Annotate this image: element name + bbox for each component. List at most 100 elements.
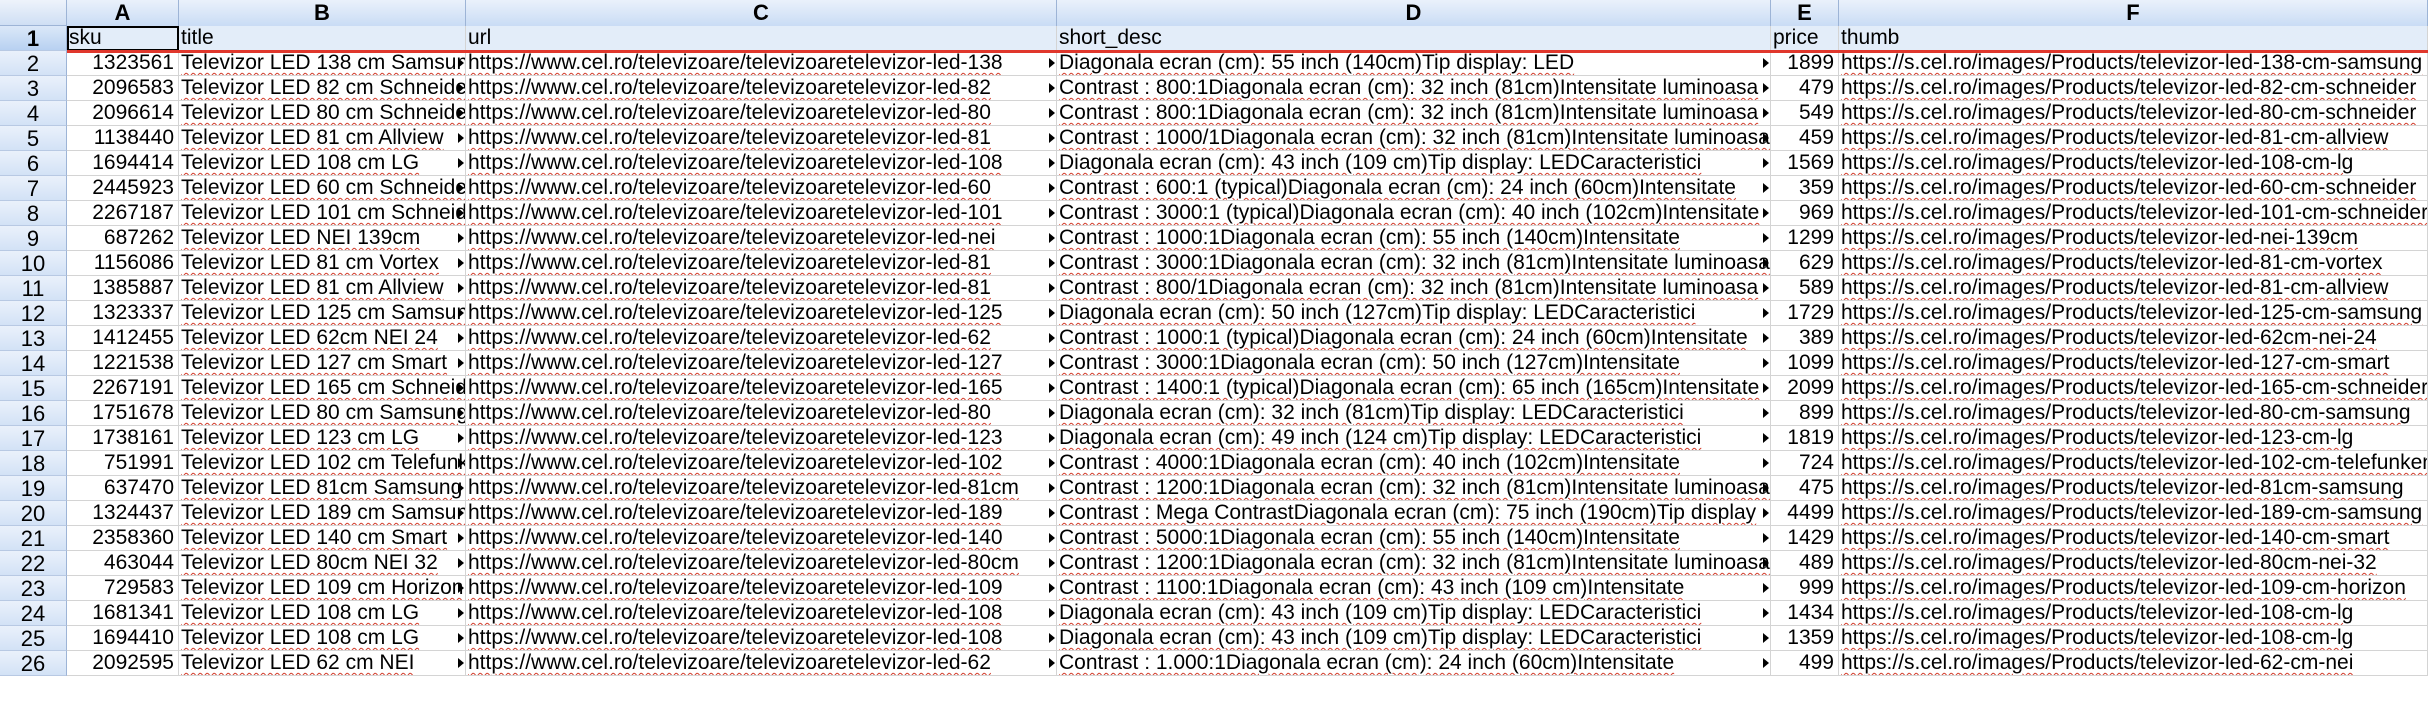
row-number[interactable]: 25 <box>0 626 67 651</box>
column-header-b[interactable]: B <box>179 0 466 26</box>
cell-sku[interactable]: 1156086 <box>67 251 179 276</box>
column-header-e[interactable]: E <box>1771 0 1839 26</box>
header-cell-e[interactable]: price <box>1771 26 1839 51</box>
header-cell-b[interactable]: title <box>179 26 466 51</box>
cell-price[interactable]: 359 <box>1771 176 1839 201</box>
cell-thumb[interactable]: https://s.cel.ro/images/Products/televiz… <box>1839 126 2428 151</box>
row-number[interactable]: 8 <box>0 201 67 226</box>
select-all-corner[interactable] <box>0 0 67 26</box>
freeze-pane-line[interactable] <box>67 50 2428 53</box>
header-cell-c[interactable]: url <box>466 26 1057 51</box>
cell-desc[interactable]: Contrast : 1200:1Diagonala ecran (cm): 3… <box>1057 551 1771 576</box>
cell-desc[interactable]: Contrast : 1.000:1Diagonala ecran (cm): … <box>1057 651 1771 676</box>
cell-sku[interactable]: 1751678 <box>67 401 179 426</box>
cell-price[interactable]: 479 <box>1771 76 1839 101</box>
cell-thumb[interactable]: https://s.cel.ro/images/Products/televiz… <box>1839 151 2428 176</box>
row-number[interactable]: 16 <box>0 401 67 426</box>
cell-title[interactable]: Televizor LED 108 cm LG <box>179 151 466 176</box>
cell-sku[interactable]: 729583 <box>67 576 179 601</box>
row-number[interactable]: 15 <box>0 376 67 401</box>
cell-desc[interactable]: Contrast : 5000:1Diagonala ecran (cm): 5… <box>1057 526 1771 551</box>
cell-desc[interactable]: Contrast : Mega ContrastDiagonala ecran … <box>1057 501 1771 526</box>
cell-thumb[interactable]: https://s.cel.ro/images/Products/televiz… <box>1839 651 2428 676</box>
cell-sku[interactable]: 637470 <box>67 476 179 501</box>
cell-title[interactable]: Televizor LED 80 cm Schneider <box>179 101 466 126</box>
cell-thumb[interactable]: https://s.cel.ro/images/Products/televiz… <box>1839 401 2428 426</box>
column-header-f[interactable]: F <box>1839 0 2428 26</box>
cell-url[interactable]: https://www.cel.ro/televizoare/televizoa… <box>466 601 1057 626</box>
row-number[interactable]: 6 <box>0 151 67 176</box>
row-number[interactable]: 7 <box>0 176 67 201</box>
cell-url[interactable]: https://www.cel.ro/televizoare/televizoa… <box>466 376 1057 401</box>
cell-url[interactable]: https://www.cel.ro/televizoare/televizoa… <box>466 501 1057 526</box>
row-number[interactable]: 22 <box>0 551 67 576</box>
cell-thumb[interactable]: https://s.cel.ro/images/Products/televiz… <box>1839 226 2428 251</box>
cell-url[interactable]: https://www.cel.ro/televizoare/televizoa… <box>466 126 1057 151</box>
cell-desc[interactable]: Contrast : 800:1Diagonala ecran (cm): 32… <box>1057 101 1771 126</box>
cell-price[interactable]: 475 <box>1771 476 1839 501</box>
cell-title[interactable]: Televizor LED 80 cm Samsung <box>179 401 466 426</box>
cell-url[interactable]: https://www.cel.ro/televizoare/televizoa… <box>466 526 1057 551</box>
cell-price[interactable]: 1429 <box>1771 526 1839 551</box>
cell-sku[interactable]: 1324437 <box>67 501 179 526</box>
cell-desc[interactable]: Contrast : 1200:1Diagonala ecran (cm): 3… <box>1057 476 1771 501</box>
cell-desc[interactable]: Contrast : 4000:1Diagonala ecran (cm): 4… <box>1057 451 1771 476</box>
cell-url[interactable]: https://www.cel.ro/televizoare/televizoa… <box>466 201 1057 226</box>
cell-desc[interactable]: Contrast : 1000/1Diagonala ecran (cm): 3… <box>1057 126 1771 151</box>
cell-title[interactable]: Televizor LED 108 cm LG <box>179 626 466 651</box>
cell-url[interactable]: https://www.cel.ro/televizoare/televizoa… <box>466 626 1057 651</box>
cell-desc[interactable]: Contrast : 800:1Diagonala ecran (cm): 32… <box>1057 76 1771 101</box>
cell-thumb[interactable]: https://s.cel.ro/images/Products/televiz… <box>1839 426 2428 451</box>
cell-sku[interactable]: 1694414 <box>67 151 179 176</box>
cell-url[interactable]: https://www.cel.ro/televizoare/televizoa… <box>466 226 1057 251</box>
cell-title[interactable]: Televizor LED 60 cm Schneider <box>179 176 466 201</box>
cell-price[interactable]: 459 <box>1771 126 1839 151</box>
column-header-d[interactable]: D <box>1057 0 1771 26</box>
cell-url[interactable]: https://www.cel.ro/televizoare/televizoa… <box>466 451 1057 476</box>
row-number[interactable]: 23 <box>0 576 67 601</box>
cell-desc[interactable]: Contrast : 3000:1Diagonala ecran (cm): 5… <box>1057 351 1771 376</box>
row-number[interactable]: 13 <box>0 326 67 351</box>
cell-title[interactable]: Televizor LED 109 cm Horizon <box>179 576 466 601</box>
cell-title[interactable]: Televizor LED 165 cm Schneider <box>179 376 466 401</box>
cell-title[interactable]: Televizor LED 127 cm Smart <box>179 351 466 376</box>
cell-url[interactable]: https://www.cel.ro/televizoare/televizoa… <box>466 651 1057 676</box>
row-number[interactable]: 21 <box>0 526 67 551</box>
row-number[interactable]: 2 <box>0 51 67 76</box>
cell-price[interactable]: 1359 <box>1771 626 1839 651</box>
cell-thumb[interactable]: https://s.cel.ro/images/Products/televiz… <box>1839 376 2428 401</box>
cell-title[interactable]: Televizor LED 81 cm Allview <box>179 276 466 301</box>
cell-desc[interactable]: Diagonala ecran (cm): 43 inch (109 cm)Ti… <box>1057 601 1771 626</box>
cell-title[interactable]: Televizor LED 102 cm Telefunken <box>179 451 466 476</box>
cell-thumb[interactable]: https://s.cel.ro/images/Products/televiz… <box>1839 601 2428 626</box>
cell-desc[interactable]: Diagonala ecran (cm): 32 inch (81cm)Tip … <box>1057 401 1771 426</box>
cell-url[interactable]: https://www.cel.ro/televizoare/televizoa… <box>466 251 1057 276</box>
cell-sku[interactable]: 1221538 <box>67 351 179 376</box>
cell-thumb[interactable]: https://s.cel.ro/images/Products/televiz… <box>1839 301 2428 326</box>
cell-thumb[interactable]: https://s.cel.ro/images/Products/televiz… <box>1839 576 2428 601</box>
cell-url[interactable]: https://www.cel.ro/televizoare/televizoa… <box>466 351 1057 376</box>
cell-sku[interactable]: 1681341 <box>67 601 179 626</box>
cell-title[interactable]: Televizor LED 62cm NEI 24 <box>179 326 466 351</box>
cell-thumb[interactable]: https://s.cel.ro/images/Products/televiz… <box>1839 326 2428 351</box>
cell-sku[interactable]: 2096614 <box>67 101 179 126</box>
cell-title[interactable]: Televizor LED 81 cm Vortex <box>179 251 466 276</box>
spreadsheet[interactable]: ABCDEF 1 sku title url short_desc price thumb 2… <box>0 0 2428 716</box>
cell-title[interactable]: Televizor LED NEI 139cm <box>179 226 466 251</box>
cell-sku[interactable]: 1412455 <box>67 326 179 351</box>
cell-url[interactable]: https://www.cel.ro/televizoare/televizoa… <box>466 276 1057 301</box>
cell-price[interactable]: 1819 <box>1771 426 1839 451</box>
cell-price[interactable]: 2099 <box>1771 376 1839 401</box>
cell-sku[interactable]: 2092595 <box>67 651 179 676</box>
row-number[interactable]: 20 <box>0 501 67 526</box>
cell-desc[interactable]: Contrast : 3000:1 (typical)Diagonala ecr… <box>1057 201 1771 226</box>
cell-sku[interactable]: 1385887 <box>67 276 179 301</box>
row-number[interactable]: 11 <box>0 276 67 301</box>
cell-thumb[interactable]: https://s.cel.ro/images/Products/televiz… <box>1839 626 2428 651</box>
cell-desc[interactable]: Diagonala ecran (cm): 55 inch (140cm)Tip… <box>1057 51 1771 76</box>
cell-sku[interactable]: 751991 <box>67 451 179 476</box>
cell-url[interactable]: https://www.cel.ro/televizoare/televizoa… <box>466 301 1057 326</box>
header-cell-f[interactable]: thumb <box>1839 26 2428 51</box>
row-number[interactable]: 4 <box>0 101 67 126</box>
cell-price[interactable]: 1099 <box>1771 351 1839 376</box>
